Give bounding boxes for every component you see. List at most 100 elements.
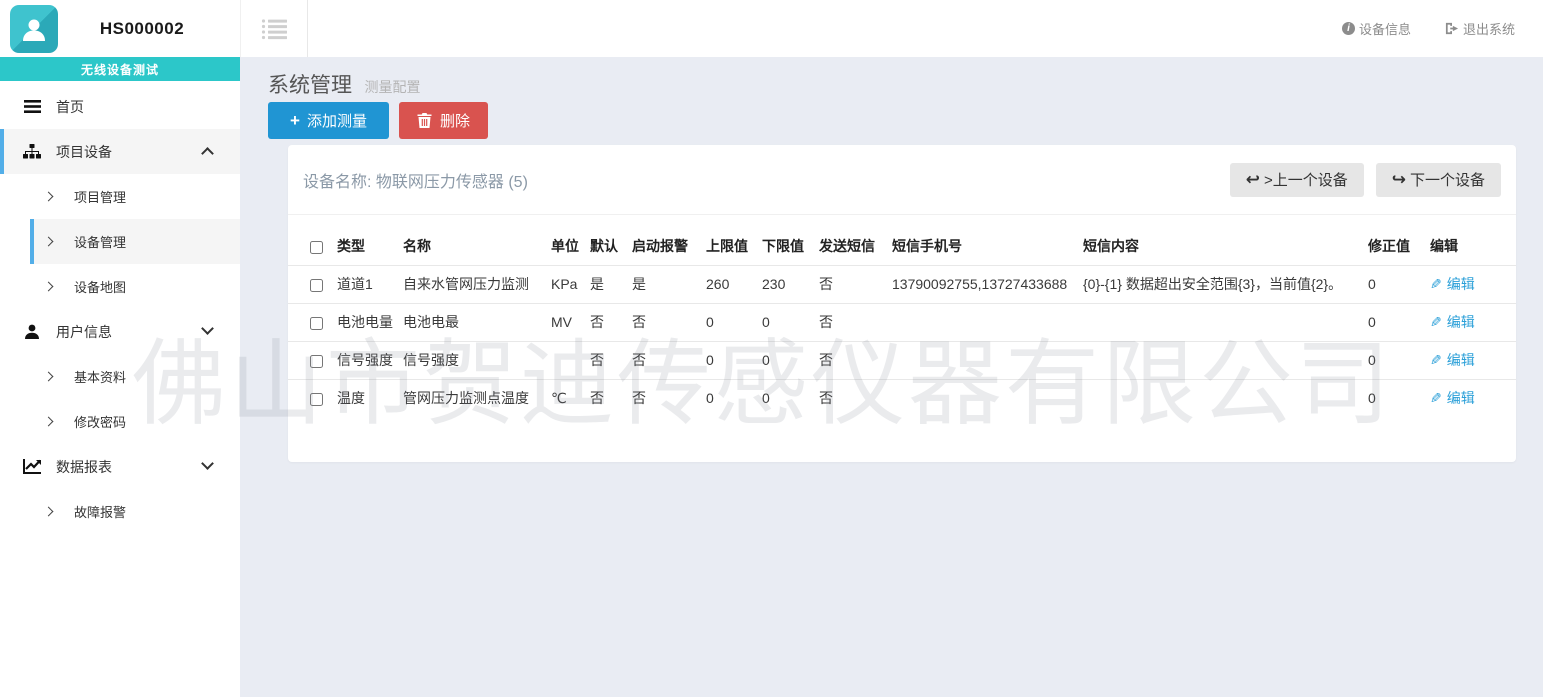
trash-icon xyxy=(417,113,432,128)
cell-correction: 0 xyxy=(1368,303,1430,341)
sitemap-icon xyxy=(22,144,42,159)
column-header-edit: 编辑 xyxy=(1430,227,1516,265)
page-head: 系统管理 测量配置 xyxy=(268,69,420,99)
edit-link[interactable]: ✎ 编辑 xyxy=(1430,312,1475,332)
measurements-table: 类型 名称 单位 默认 启动报警 上限值 下限值 发送短信 短信手机号 短信内容… xyxy=(288,227,1516,417)
pencil-icon: ✎ xyxy=(1430,314,1442,331)
cell-type: 道道1 xyxy=(337,265,403,303)
prev-device-label: >上一个设备 xyxy=(1264,169,1348,190)
cell-name: 管网压力监测点温度 xyxy=(403,379,551,417)
cell-upper-limit: 0 xyxy=(706,341,762,379)
device-info-link[interactable]: i 设备信息 xyxy=(1342,19,1411,38)
chevron-right-icon xyxy=(44,237,54,247)
edit-label: 编辑 xyxy=(1447,274,1475,294)
sidebar-item-device-management[interactable]: 设备管理 xyxy=(30,219,240,264)
add-measurement-label: 添加测量 xyxy=(307,110,367,131)
sidebar-item-project-devices[interactable]: 项目设备 xyxy=(0,129,240,174)
row-checkbox[interactable] xyxy=(310,393,323,406)
sidebar-item-project-management[interactable]: 项目管理 xyxy=(30,174,240,219)
sign-out-icon xyxy=(1445,22,1459,35)
column-header-upper-limit: 上限值 xyxy=(706,227,762,265)
select-all-checkbox[interactable] xyxy=(310,241,323,254)
cell-correction: 0 xyxy=(1368,341,1430,379)
top-bar: HS000002 i 设备信息 退出系统 xyxy=(0,0,1543,57)
chevron-up-icon xyxy=(201,147,214,160)
sidebar-item-device-map[interactable]: 设备地图 xyxy=(30,264,240,309)
add-measurement-button[interactable]: + 添加测量 xyxy=(268,102,389,139)
sidebar-banner: 无线设备测试 xyxy=(0,57,240,81)
device-id-title: HS000002 xyxy=(58,19,240,39)
chevron-right-icon xyxy=(44,507,54,517)
sidebar-item-fault-alarm[interactable]: 故障报警 xyxy=(30,489,240,534)
sidebar-item-label: 设备地图 xyxy=(74,277,126,296)
cell-name: 自来水管网压力监测 xyxy=(403,265,551,303)
cell-alarm: 是 xyxy=(632,265,706,303)
column-header-default: 默认 xyxy=(590,227,632,265)
table-row: 信号强度 信号强度 否 否 0 0 否 0 ✎ 编辑 xyxy=(288,341,1516,379)
table-header-row: 类型 名称 单位 默认 启动报警 上限值 下限值 发送短信 短信手机号 短信内容… xyxy=(288,227,1516,265)
next-device-button[interactable]: ↪ 下一个设备 xyxy=(1376,163,1501,197)
prev-device-button[interactable]: ↩ >上一个设备 xyxy=(1230,163,1364,197)
cell-alarm: 否 xyxy=(632,379,706,417)
cell-name: 电池电最 xyxy=(403,303,551,341)
sidebar-item-label: 项目设备 xyxy=(56,142,112,162)
delete-button[interactable]: 删除 xyxy=(399,102,488,139)
edit-link[interactable]: ✎ 编辑 xyxy=(1430,274,1475,294)
row-checkbox[interactable] xyxy=(310,355,323,368)
sidebar-item-label: 修改密码 xyxy=(74,412,126,431)
page-title: 系统管理 xyxy=(268,74,352,97)
edit-link[interactable]: ✎ 编辑 xyxy=(1430,388,1475,408)
topbar-right-nav: i 设备信息 退出系统 xyxy=(1342,0,1515,57)
chevron-down-icon xyxy=(201,457,214,470)
sidebar-item-home[interactable]: 首页 xyxy=(0,84,240,129)
edit-label: 编辑 xyxy=(1447,312,1475,332)
column-header-correction: 修正值 xyxy=(1368,227,1430,265)
delete-label: 删除 xyxy=(440,110,470,131)
page-subtitle: 测量配置 xyxy=(364,79,420,95)
sidebar: 无线设备测试 首页 项目设备 xyxy=(0,57,240,697)
sidebar-item-data-reports[interactable]: 数据报表 xyxy=(0,444,240,489)
cell-lower-limit: 230 xyxy=(762,265,819,303)
sidebar-item-user-info[interactable]: 用户信息 xyxy=(0,309,240,354)
sidebar-item-label: 基本资料 xyxy=(74,367,126,386)
main-content: 系统管理 测量配置 + 添加测量 删除 设备名称: 物联网压力传感器 (5) ↩… xyxy=(240,57,1543,697)
column-header-lower-limit: 下限值 xyxy=(762,227,819,265)
plus-icon: + xyxy=(290,111,300,131)
hamburger-icon xyxy=(22,100,42,113)
user-avatar[interactable] xyxy=(10,5,58,53)
column-header-type: 类型 xyxy=(337,227,403,265)
cell-lower-limit: 0 xyxy=(762,303,819,341)
column-header-alarm: 启动报警 xyxy=(632,227,706,265)
cell-sms-phone xyxy=(892,379,1083,417)
reply-arrow-icon: ↩ xyxy=(1246,170,1260,190)
sidebar-toggle-button[interactable] xyxy=(240,0,308,57)
logout-link[interactable]: 退出系统 xyxy=(1445,19,1515,38)
sidebar-item-change-password[interactable]: 修改密码 xyxy=(30,399,240,444)
card-header: 设备名称: 物联网压力传感器 (5) ↩ >上一个设备 ↪ 下一个设备 xyxy=(288,145,1516,215)
sidebar-nav: 首页 项目设备 项目管理 设备管理 xyxy=(0,81,240,534)
cell-sms-content: {0}-{1} 数据超出安全范围{3}，当前值{2}。 xyxy=(1083,265,1368,303)
sidebar-item-basic-profile[interactable]: 基本资料 xyxy=(30,354,240,399)
row-checkbox[interactable] xyxy=(310,317,323,330)
cell-upper-limit: 0 xyxy=(706,379,762,417)
cell-upper-limit: 0 xyxy=(706,303,762,341)
cell-upper-limit: 260 xyxy=(706,265,762,303)
device-name-label: 设备名称: 物联网压力传感器 (5) xyxy=(303,168,528,192)
column-header-unit: 单位 xyxy=(551,227,590,265)
toolbar: + 添加测量 删除 xyxy=(268,102,488,139)
sidebar-item-label: 用户信息 xyxy=(56,322,112,342)
row-checkbox[interactable] xyxy=(310,279,323,292)
device-pager: ↩ >上一个设备 ↪ 下一个设备 xyxy=(1230,163,1501,197)
edit-link[interactable]: ✎ 编辑 xyxy=(1430,350,1475,370)
info-circle-icon: i xyxy=(1342,22,1355,35)
list-icon xyxy=(261,18,287,40)
chevron-right-icon xyxy=(44,282,54,292)
column-header-sms-phone: 短信手机号 xyxy=(892,227,1083,265)
cell-unit: KPa xyxy=(551,265,590,303)
cell-default: 否 xyxy=(590,303,632,341)
cell-send-sms: 否 xyxy=(819,341,892,379)
cell-unit: MV xyxy=(551,303,590,341)
cell-sms-phone: 13790092755,13727433688 xyxy=(892,265,1083,303)
cell-lower-limit: 0 xyxy=(762,379,819,417)
forward-arrow-icon: ↪ xyxy=(1392,170,1406,190)
